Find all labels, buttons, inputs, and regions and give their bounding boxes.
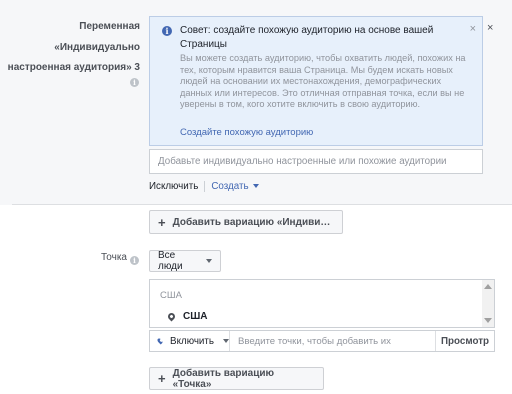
add-variation-location-button[interactable]: + Добавить вариацию «Точка» (149, 367, 324, 390)
variable-label-line-3: настроенная аудитория» 3 (7, 62, 140, 73)
close-icon[interactable]: × (470, 23, 476, 35)
create-label: Создать (211, 181, 249, 192)
location-item-label: США (183, 311, 208, 322)
variable-audience-label: Переменная «Индивидуально настроенная ау… (0, 17, 140, 79)
section-divider (12, 204, 512, 205)
browse-button[interactable]: Просмотр (435, 331, 494, 351)
scroll-up-icon[interactable] (484, 284, 492, 289)
exclude-link[interactable]: Исключить (149, 181, 198, 192)
location-item[interactable]: США (166, 311, 208, 322)
selected-locations: США США (149, 279, 495, 328)
scrollbar[interactable] (482, 280, 494, 327)
add-variation-custom-button[interactable]: + Добавить вариацию «Индиви… (149, 210, 343, 234)
caret-down-icon (252, 184, 259, 189)
location-pin-icon (166, 311, 177, 322)
add-variation-location-label: Добавить вариацию «Точка» (172, 367, 275, 390)
location-pin-icon (156, 337, 164, 345)
variable-label-line-2: «Индивидуально (54, 41, 140, 53)
info-icon: i (162, 26, 172, 36)
location-audience-dropdown[interactable]: Все люди (149, 250, 221, 272)
location-search-row: Включить Просмотр (149, 330, 495, 352)
add-variation-custom-label: Добавить вариацию «Индиви… (172, 216, 331, 228)
tip-panel: i Совет: создайте похожую аудиторию на о… (149, 16, 483, 146)
audience-input[interactable] (149, 149, 483, 174)
audience-actions: Исключить Создать (149, 181, 259, 192)
include-label: Включить (170, 335, 214, 347)
include-dropdown[interactable]: Включить (150, 331, 230, 351)
caret-down-icon (223, 339, 229, 343)
create-dropdown[interactable]: Создать (211, 181, 259, 192)
close-icon[interactable]: × (487, 22, 493, 34)
plus-icon: + (158, 371, 166, 386)
create-lookalike-link[interactable]: Создайте похожую аудиторию (180, 127, 313, 138)
location-audience-value: Все люди (158, 250, 183, 272)
location-search-input[interactable] (230, 331, 436, 351)
location-label: Точка (100, 252, 127, 263)
tip-title: Совет: создайте похожую аудиторию на осн… (180, 25, 434, 50)
location-group-label: США (160, 290, 182, 301)
tip-body: Вы можете создать аудиторию, чтобы охват… (180, 53, 466, 110)
info-icon[interactable]: i (130, 256, 139, 265)
caret-down-icon (206, 259, 212, 263)
links-divider (204, 181, 206, 192)
scroll-down-icon[interactable] (484, 318, 492, 323)
plus-icon: + (158, 214, 166, 230)
variable-label-line-1: Переменная (79, 21, 140, 32)
info-icon[interactable]: i (130, 78, 139, 87)
